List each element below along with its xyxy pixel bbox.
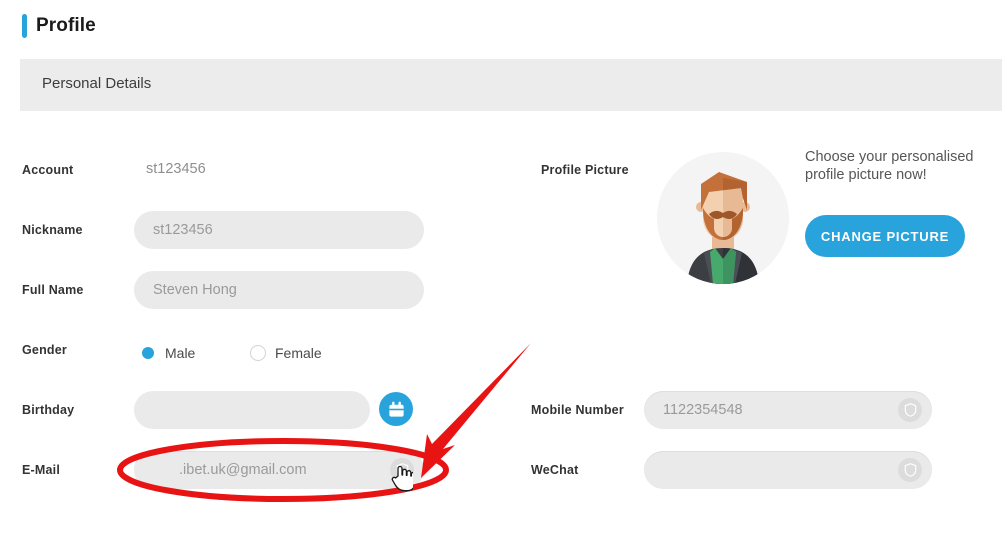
label-gender: Gender: [22, 343, 67, 357]
mouse-cursor-hand-icon: [391, 465, 413, 492]
full-name-input[interactable]: Steven Hong: [134, 271, 424, 309]
radio-option-female[interactable]: Female: [250, 345, 322, 361]
label-email: E-Mail: [22, 463, 61, 477]
change-picture-button[interactable]: CHANGE PICTURE: [805, 215, 965, 257]
label-mobile-number: Mobile Number: [531, 403, 624, 417]
title-accent-bar: [22, 14, 27, 38]
shield-icon: [904, 403, 916, 417]
radio-label-female: Female: [275, 345, 322, 361]
wechat-input[interactable]: [644, 451, 932, 489]
label-birthday: Birthday: [22, 403, 75, 417]
calendar-icon-button[interactable]: [379, 392, 413, 426]
section-header-label: Personal Details: [42, 75, 152, 92]
nickname-input-value: st123456: [153, 222, 213, 238]
label-wechat: WeChat: [531, 463, 579, 477]
label-account: Account: [22, 163, 74, 177]
page-title: Profile: [36, 15, 96, 36]
label-nickname: Nickname: [22, 223, 83, 237]
radio-dot-female[interactable]: [250, 345, 266, 361]
profile-page: Profile Personal Details Account st12345…: [0, 0, 1002, 534]
mobile-number-input[interactable]: 1122354548: [644, 391, 932, 429]
label-full-name: Full Name: [22, 283, 84, 297]
nickname-input[interactable]: st123456: [134, 211, 424, 249]
radio-label-male: Male: [165, 345, 196, 361]
radio-option-male[interactable]: Male: [140, 345, 195, 361]
birthday-input[interactable]: [134, 391, 370, 429]
profile-picture-promo-text: Choose your personalised profile picture…: [805, 149, 974, 183]
pointer-arrow: [421, 343, 531, 478]
email-input-value: .ibet.uk@gmail.com: [179, 462, 307, 478]
email-input[interactable]: .ibet.uk@gmail.com: [134, 451, 424, 489]
avatar-illustration: [657, 152, 789, 284]
calendar-icon: [388, 401, 404, 417]
page-title-wrap: Profile: [22, 14, 96, 38]
full-name-input-value: Steven Hong: [153, 282, 237, 298]
gender-radio-group: Male Female: [140, 345, 400, 365]
label-profile-picture: Profile Picture: [541, 163, 629, 177]
value-account: st123456: [146, 161, 206, 177]
wechat-verify-badge-button[interactable]: [898, 458, 922, 482]
personal-details-section-header: Personal Details: [20, 59, 1002, 111]
shield-icon: [904, 463, 916, 477]
avatar: [657, 152, 789, 284]
mobile-verify-badge-button[interactable]: [898, 398, 922, 422]
radio-dot-male[interactable]: [140, 345, 156, 361]
mobile-number-input-value: 1122354548: [663, 402, 743, 418]
